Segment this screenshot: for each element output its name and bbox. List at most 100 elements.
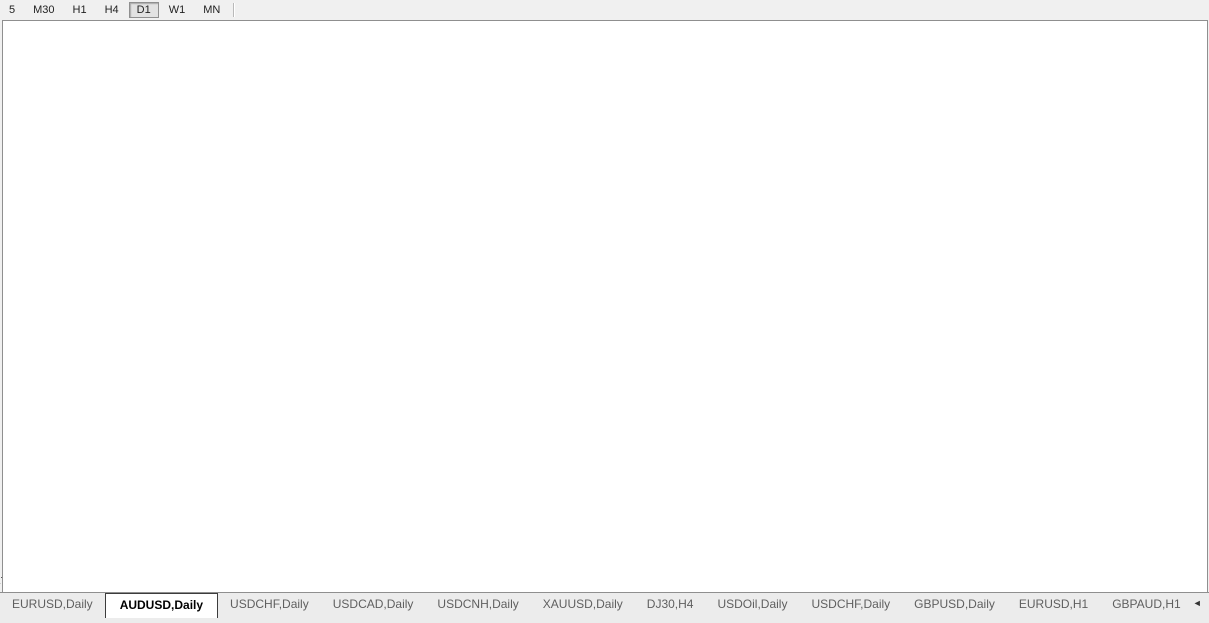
chevron-down-icon: ▼ [66,52,74,61]
axis-tick-mark [1135,382,1139,383]
chart-tab-gbpusd-daily[interactable]: GBPUSD,Daily [902,593,1007,614]
axis-tick-mark [1135,415,1139,416]
date-label: 6 Sep 2019 [353,576,423,587]
axis-tick-label: 0.005076 [1141,426,1183,438]
buy-button[interactable]: BUY [178,46,225,67]
volume-input[interactable]: 5.00 [77,47,111,66]
toolbar-separator [233,3,235,17]
chart-tab-usdcnh-daily[interactable]: USDCNH,Daily [425,593,530,614]
date-tick-mark [659,569,660,573]
price-level-badge: 0.67552 [1136,319,1178,332]
buy-price-pip: 2 [195,71,202,85]
collapse-triangle-icon: ▲ [8,23,15,30]
axis-tick-mark [1135,152,1139,153]
rsi-line [10,512,926,559]
timeframe-button-w1[interactable]: W1 [161,2,194,18]
tab-scroll-arrows[interactable]: ◄► [1193,593,1209,608]
pane-separator [3,494,1205,495]
sell-price-digits: 77 [55,73,86,99]
sell-price-prefix: 0.66 [30,82,53,96]
axis-tick-label: 0.68040 [1141,278,1177,290]
pane-separator [3,423,1205,424]
date-label: 25 Sep 2019 [417,576,487,587]
date-tick-mark [710,569,711,573]
chart-tab-xauusd-daily[interactable]: XAUUSD,Daily [531,593,635,614]
axis-tick-mark [1135,120,1139,121]
date-tick-mark [330,569,331,573]
timeframe-button-mn[interactable]: MN [195,2,228,18]
date-tick-mark [206,569,207,573]
volume-decrease-button[interactable]: ▼ [62,47,77,66]
date-tick-mark [873,569,874,573]
timeframe-button-h1[interactable]: H1 [65,2,95,18]
axis-tick-mark [1135,502,1139,503]
chart-tab-eurusd-daily[interactable]: EURUSD,Daily [0,593,105,614]
mt4-terminal: 5M30H1H4D1W1MN ▲ AUDUSD,Daily 0.66727 0.… [0,0,1209,623]
axis-tick-mark [1135,522,1139,523]
date-tick-mark [514,569,515,573]
pane-separator[interactable] [3,492,1205,493]
axis-tick-label: 0.69560 [1141,146,1177,158]
pane-separator [3,568,1205,569]
macd-histogram [10,432,926,487]
volume-stepper[interactable]: ▼ 5.00 ▲ [61,46,127,67]
timeframe-toolbar: 5M30H1H4D1W1MN [0,0,1209,19]
chart-tab-usdchf-daily[interactable]: USDCHF,Daily [799,593,902,614]
axis-tick-label: 0.68800 [1141,212,1177,224]
date-tick-mark [572,569,573,573]
rsi-indicator-canvas[interactable] [0,495,1209,568]
price-level-badge: 0.70304 [1136,81,1178,94]
axis-tick-label: -0.006148 [1141,481,1186,493]
chart-tab-gbpaud-h1[interactable]: GBPAUD,H1 [1100,593,1192,614]
axis-tick-mark [1135,487,1139,488]
date-label: 12 Jul 2019 [171,576,241,587]
price-level-badge: 0.68413 [1136,245,1178,258]
date-label: 31 Jul 2019 [233,576,303,587]
axis-tick-label: 0.69180 [1141,179,1177,191]
chart-tab-bar: EURUSD,DailyAUDUSD,DailyUSDCHF,DailyUSDC… [0,592,1209,623]
date-label: 24 Jun 2019 [107,576,177,587]
date-label: 1 Nov 2019 [537,576,607,587]
date-tick-mark [142,569,143,573]
timeframe-button-5[interactable]: 5 [1,2,23,18]
chart-tab-dj30-h4[interactable]: DJ30,H4 [635,593,706,614]
axis-tick-mark [1135,432,1139,433]
volume-increase-button[interactable]: ▲ [111,47,126,66]
axis-tick-mark [1135,54,1139,55]
axis-tick-mark [1135,284,1139,285]
buy-price-digits: 79 [163,73,194,99]
chart-tab-eurusd-h1[interactable]: EURUSD,H1 [1007,593,1100,614]
price-level-badge: 0.66702 [1136,393,1178,406]
date-label: 5 Jun 2019 [42,576,112,587]
axis-tick-mark [1135,567,1139,568]
axis-tick-label: 0 [1141,561,1147,573]
date-tick-mark [268,569,269,573]
chart-tab-usdchf-daily[interactable]: USDCHF,Daily [218,593,321,614]
axis-tick-mark [1135,218,1139,219]
sell-price-box[interactable]: 0.66772 [10,68,114,102]
chart-tab-usdoil-daily[interactable]: USDOil,Daily [705,593,799,614]
axis-tick-mark [1135,317,1139,318]
timeframe-button-d1[interactable]: D1 [129,2,159,18]
axis-tick-label: 0.00 [1141,451,1160,463]
date-tick-mark [768,569,769,573]
date-tick-mark [822,569,823,573]
scroll-left-icon[interactable]: ◄ [1193,598,1208,608]
rsi-label: RSI(14) 27.7965 [8,498,89,510]
axis-tick-label: 100 [1141,496,1158,508]
chevron-up-icon: ▲ [115,52,123,61]
date-tick-mark [388,569,389,573]
axis-tick-mark [1135,548,1139,549]
candles-layer [9,75,928,411]
axis-tick-label: 0.69930 [1141,114,1177,126]
buy-price-prefix: 0.66 [138,82,161,96]
sell-button[interactable]: SELL [12,46,59,67]
date-tick-mark [77,569,78,573]
chart-tab-audusd-daily[interactable]: AUDUSD,Daily [105,593,218,618]
pane-separator[interactable] [3,421,1205,422]
timeframe-button-m30[interactable]: M30 [25,2,62,18]
buy-price-box[interactable]: 0.66792 [117,68,223,102]
chart-tab-usdcad-daily[interactable]: USDCAD,Daily [321,593,426,614]
axis-tick-label: 70 [1141,516,1152,528]
timeframe-button-h4[interactable]: H4 [97,2,127,18]
